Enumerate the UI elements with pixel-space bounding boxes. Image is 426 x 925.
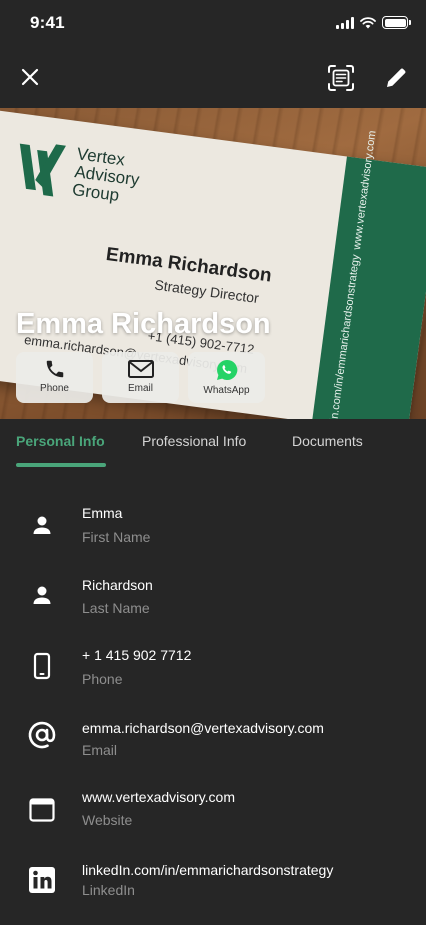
field-first-name[interactable]: Emma First Name — [0, 500, 426, 560]
person-icon — [26, 579, 58, 611]
cellular-signal-icon — [336, 16, 354, 29]
field-value: www.vertexadvisory.com — [82, 789, 236, 805]
field-label: Last Name — [82, 600, 150, 616]
field-label: Website — [82, 812, 133, 828]
tab-documents[interactable]: Documents — [292, 433, 363, 449]
card-green-strip: www.vertexadvisory.com linkedin.com/in/e… — [311, 130, 426, 419]
card-linkedin: linkedin.com/in/emmarichardsonstrategy — [324, 253, 363, 419]
close-icon[interactable] — [16, 63, 44, 91]
contact-name: Emma Richardson — [16, 308, 271, 340]
field-value: linkedIn.com/in/emmarichardsonstrategy — [82, 862, 334, 878]
field-website[interactable]: www.vertexadvisory.com Website — [0, 785, 426, 845]
person-icon — [26, 509, 58, 541]
email-button[interactable]: Email — [102, 352, 179, 403]
field-email[interactable]: emma.richardson@vertexadvisory.com Email — [0, 715, 426, 775]
status-icons — [336, 16, 411, 29]
battery-icon — [382, 16, 411, 29]
at-sign-icon — [26, 719, 58, 751]
company-logo-icon — [19, 143, 66, 197]
field-value: emma.richardson@vertexadvisory.com — [82, 720, 324, 736]
status-bar: 9:41 — [0, 0, 426, 46]
linkedin-icon — [26, 864, 58, 896]
whatsapp-button-label: WhatsApp — [203, 385, 250, 396]
tab-professional-info[interactable]: Professional Info — [142, 433, 246, 449]
field-phone[interactable]: + 1 415 902 7712 Phone — [0, 642, 426, 702]
scan-card-icon[interactable] — [326, 63, 356, 93]
mobile-phone-icon — [26, 650, 58, 682]
tab-personal-info[interactable]: Personal Info — [16, 433, 105, 449]
field-value: Richardson — [82, 577, 153, 593]
field-label: Email — [82, 742, 118, 758]
active-tab-indicator — [16, 463, 106, 467]
field-value: + 1 415 902 7712 — [82, 647, 192, 663]
pencil-icon[interactable] — [382, 64, 410, 92]
tab-bar: Personal Info Professional Info Document… — [0, 419, 426, 469]
field-linkedin[interactable]: linkedIn.com/in/emmarichardsonstrategy L… — [0, 857, 426, 917]
status-time: 9:41 — [30, 13, 65, 32]
wifi-icon — [360, 16, 376, 28]
field-value: Emma — [82, 505, 123, 521]
call-button-label: Phone — [40, 383, 69, 394]
whatsapp-icon — [216, 359, 237, 380]
whatsapp-button[interactable]: WhatsApp — [188, 352, 265, 403]
field-label: First Name — [82, 529, 151, 545]
field-last-name[interactable]: Richardson Last Name — [0, 572, 426, 632]
card-company-name: Vertex Advisory Group — [71, 144, 143, 207]
phone-icon — [46, 360, 63, 378]
field-label: LinkedIn — [82, 882, 135, 898]
top-toolbar — [0, 46, 426, 108]
card-strip-text: www.vertexadvisory.com linkedin.com/in/e… — [325, 130, 417, 419]
envelope-icon — [127, 360, 154, 378]
call-button[interactable]: Phone — [16, 352, 93, 403]
business-card-photo: Vertex Advisory Group Emma Richardson St… — [0, 108, 426, 419]
browser-window-icon — [26, 794, 58, 826]
email-button-label: Email — [127, 383, 153, 394]
field-label: Phone — [82, 671, 123, 687]
